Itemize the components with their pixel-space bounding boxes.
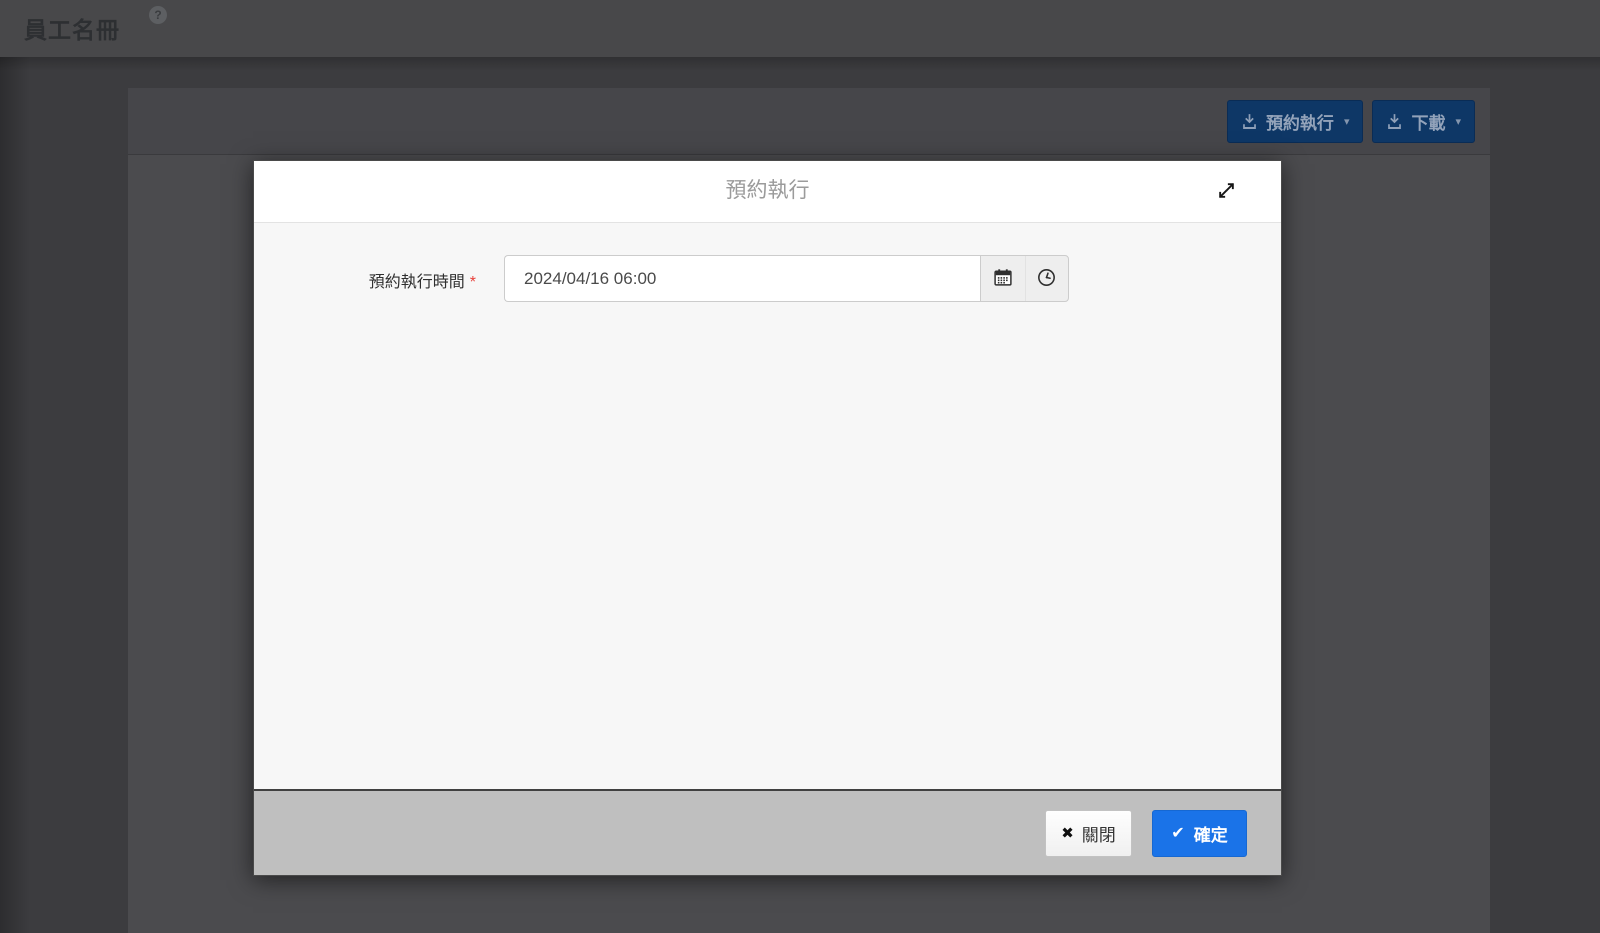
close-button-label: 關閉 <box>1081 825 1116 845</box>
close-icon: ✖ <box>1061 825 1074 842</box>
dialog-body: 預約執行時間 * <box>254 223 1281 789</box>
caret-down-icon: ▾ <box>1455 116 1461 128</box>
calendar-icon <box>993 267 1013 290</box>
expand-dialog-button[interactable] <box>1215 181 1237 203</box>
download-icon <box>1386 113 1403 130</box>
datetime-addon <box>980 255 1069 302</box>
required-asterisk: * <box>469 274 476 291</box>
toolbar-button-group: 預約執行 ▾ 下載 ▾ <box>1226 100 1475 143</box>
schedule-run-label: 預約執行 <box>1265 114 1334 133</box>
help-icon[interactable]: ? <box>149 6 167 24</box>
panel-toolbar: 預約執行 ▾ 下載 ▾ <box>128 88 1490 155</box>
download-button[interactable]: 下載 ▾ <box>1372 100 1475 143</box>
schedule-time-field-row: 預約執行時間 * <box>254 255 1281 302</box>
dialog-header: 預約執行 <box>254 161 1281 223</box>
close-button[interactable]: ✖ 關閉 <box>1045 809 1132 857</box>
download-icon <box>1241 113 1258 130</box>
left-edge-shadow <box>0 57 30 933</box>
caret-down-icon: ▾ <box>1343 116 1350 128</box>
clock-icon <box>1036 267 1057 291</box>
dialog-footer: ✖ 關閉 ✔ 確定 <box>254 789 1281 875</box>
calendar-picker-button[interactable] <box>981 256 1025 301</box>
download-label: 下載 <box>1411 114 1446 133</box>
schedule-run-dialog: 預約執行 預約執行時間 * 2024/04/16 06:00 ✖ 關閉 ✔ 確定 <box>253 160 1282 876</box>
check-icon: ✔ <box>1171 825 1185 842</box>
schedule-run-button[interactable]: 預約執行 ▾ <box>1226 100 1364 143</box>
top-header-bar: 員工名冊 ? <box>0 0 1600 71</box>
schedule-time-label: 預約執行時間 * <box>368 274 476 291</box>
dialog-title: 預約執行 <box>725 179 810 202</box>
time-picker-button[interactable] <box>1024 256 1069 301</box>
page-title: 員工名冊 <box>24 17 120 43</box>
datetime-input-group <box>504 255 1069 302</box>
expand-icon <box>1217 181 1236 203</box>
confirm-button[interactable]: ✔ 確定 <box>1152 809 1247 857</box>
confirm-button-label: 確定 <box>1193 825 1228 845</box>
schedule-datetime-input[interactable] <box>504 255 980 302</box>
